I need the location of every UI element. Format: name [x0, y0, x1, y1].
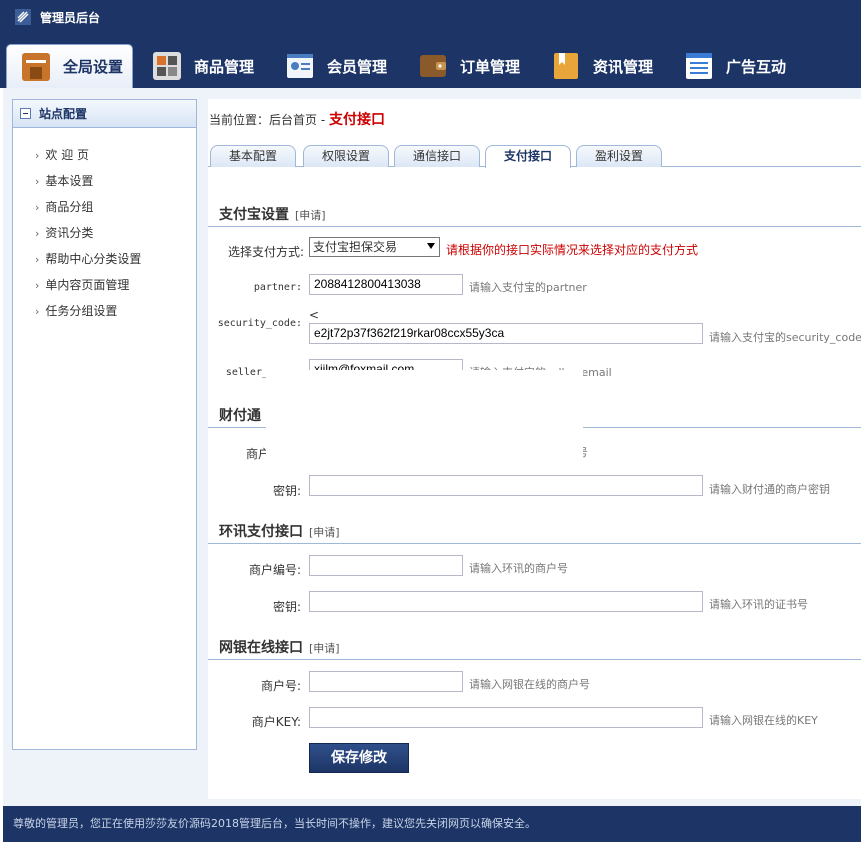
list-icon [684, 51, 714, 81]
section-title: 环讯支付接口 [申请] [219, 524, 340, 540]
sidebar: 站点配置 › 欢 迎 页 › 基本设置 › 商品分组 › 资讯分类 › 帮助中心分类设置 … [12, 99, 197, 750]
section-title: 支付宝设置 [申请] [219, 207, 326, 223]
chevron-right-icon: › [35, 201, 40, 214]
chinabank-merchant-label: 商户号: [260, 679, 301, 693]
payment-method-select[interactable]: 支付宝担保交易 [309, 237, 440, 257]
collapse-icon[interactable] [20, 108, 31, 119]
subtab-communication[interactable]: 通信接口 [394, 145, 480, 167]
main-nav: 全局设置 商品管理 会员管理 订单管理 资讯管理 广告互动 [0, 36, 861, 88]
sidebar-header-label: 站点配置 [39, 107, 88, 121]
security-code-input[interactable]: e2jt72p37f362f219rkar08ccx55y3ca [309, 323, 703, 344]
chinabank-key-input[interactable] [309, 707, 703, 728]
partner-label: partner: [253, 282, 302, 293]
security-code-label: security_code: [217, 318, 302, 329]
tab-label: 订单管理 [460, 57, 521, 76]
subtab-bar: 基本配置 权限设置 通信接口 支付接口 盈利设置 [208, 145, 861, 168]
subtab-payment[interactable]: 支付接口 [485, 145, 571, 168]
tab-ad-interaction[interactable]: 广告互动 [684, 44, 786, 88]
payment-method-label: 选择支付方式: [227, 245, 304, 259]
breadcrumb-current: 支付接口 [328, 112, 385, 128]
home-settings-icon [21, 52, 51, 82]
payment-method-hint: 请根据你的接口实际情况来选择对应的支付方式 [446, 243, 699, 257]
logo-icon [15, 9, 31, 25]
wallet-icon [418, 51, 448, 81]
tab-label: 广告互动 [726, 57, 787, 76]
grid-icon [152, 51, 182, 81]
security-code-hint: 请输入支付宝的security_code [709, 331, 861, 344]
chevron-right-icon: › [35, 253, 40, 266]
sidebar-item-basic-settings[interactable]: › 基本设置 [13, 168, 196, 194]
redaction-overlay [266, 370, 583, 468]
tab-order-management[interactable]: 订单管理 [418, 44, 520, 88]
member-card-icon [285, 51, 315, 81]
sidebar-item-task-groups[interactable]: › 任务分组设置 [13, 298, 196, 324]
section-ips: 环讯支付接口 [申请] [208, 516, 861, 544]
sidebar-item-news-categories[interactable]: › 资讯分类 [13, 220, 196, 246]
ips-key-hint: 请输入环讯的证书号 [709, 598, 808, 611]
tab-label: 全局设置 [63, 58, 124, 76]
app-title: 管理员后台 [40, 11, 101, 25]
security-code-marker: < [309, 308, 320, 322]
tab-label: 商品管理 [194, 57, 255, 76]
apply-link[interactable]: [申请] [295, 209, 326, 222]
tab-product-management[interactable]: 商品管理 [152, 44, 254, 88]
subtab-profit[interactable]: 盈利设置 [576, 145, 662, 167]
chevron-right-icon: › [35, 305, 40, 318]
breadcrumb: 当前位置：后台首页 - 支付接口 [209, 112, 385, 128]
tenpay-key-hint: 请输入财付通的商户密钥 [709, 483, 830, 496]
sidebar-menu: › 欢 迎 页 › 基本设置 › 商品分组 › 资讯分类 › 帮助中心分类设置 › 单内容页… [13, 128, 196, 324]
ips-key-input[interactable] [309, 591, 703, 612]
apply-link[interactable]: [申请] [309, 642, 340, 655]
tab-member-management[interactable]: 会员管理 [285, 44, 387, 88]
section-title: 网银在线接口 [申请] [219, 640, 340, 656]
section-alipay: 支付宝设置 [申请] [208, 199, 861, 227]
chinabank-key-hint: 请输入网银在线的KEY [709, 714, 818, 727]
document-icon [551, 51, 581, 81]
ips-merchant-label: 商户编号: [248, 563, 301, 577]
tab-global-settings[interactable]: 全局设置 [6, 44, 133, 88]
apply-link[interactable]: [申请] [309, 526, 340, 539]
section-title: 财付通 [219, 408, 261, 424]
sidebar-item-help-categories[interactable]: › 帮助中心分类设置 [13, 246, 196, 272]
footer-notice: 尊敬的管理员，您正在使用莎莎友价源码2018管理后台，当长时间不操作，建议您先关… [3, 806, 861, 842]
section-chinabank: 网银在线接口 [申请] [208, 632, 861, 660]
dropdown-arrow-icon [427, 243, 435, 249]
partner-hint: 请输入支付宝的partner [469, 281, 587, 294]
chevron-right-icon: › [35, 175, 40, 188]
sidebar-item-welcome[interactable]: › 欢 迎 页 [13, 142, 196, 168]
seller-email-label: seller_ [225, 367, 268, 378]
ips-key-label: 密钥: [272, 600, 301, 614]
tenpay-merchant-label: 商户 [245, 447, 270, 461]
ips-merchant-input[interactable] [309, 555, 463, 576]
chevron-right-icon: › [35, 149, 40, 162]
top-bar: 管理员后台 [0, 0, 861, 36]
tab-label: 资讯管理 [593, 57, 654, 76]
chinabank-merchant-input[interactable] [309, 671, 463, 692]
chevron-right-icon: › [35, 227, 40, 240]
chinabank-merchant-hint: 请输入网银在线的商户号 [469, 678, 590, 691]
tenpay-key-input[interactable] [309, 475, 703, 496]
tab-news-management[interactable]: 资讯管理 [551, 44, 653, 88]
sidebar-item-single-pages[interactable]: › 单内容页面管理 [13, 272, 196, 298]
sidebar-header[interactable]: 站点配置 [13, 100, 196, 128]
chinabank-key-label: 商户KEY: [251, 715, 301, 729]
ips-merchant-hint: 请输入环讯的商户号 [469, 562, 568, 575]
chevron-right-icon: › [35, 279, 40, 292]
subtab-permissions[interactable]: 权限设置 [303, 145, 389, 167]
partner-input[interactable]: 2088412800413038 [309, 274, 463, 295]
subtab-basic-config[interactable]: 基本配置 [210, 145, 296, 167]
save-button[interactable]: 保存修改 [309, 743, 409, 773]
sidebar-item-product-groups[interactable]: › 商品分组 [13, 194, 196, 220]
tenpay-key-label: 密钥: [272, 484, 301, 498]
tab-label: 会员管理 [327, 57, 388, 76]
